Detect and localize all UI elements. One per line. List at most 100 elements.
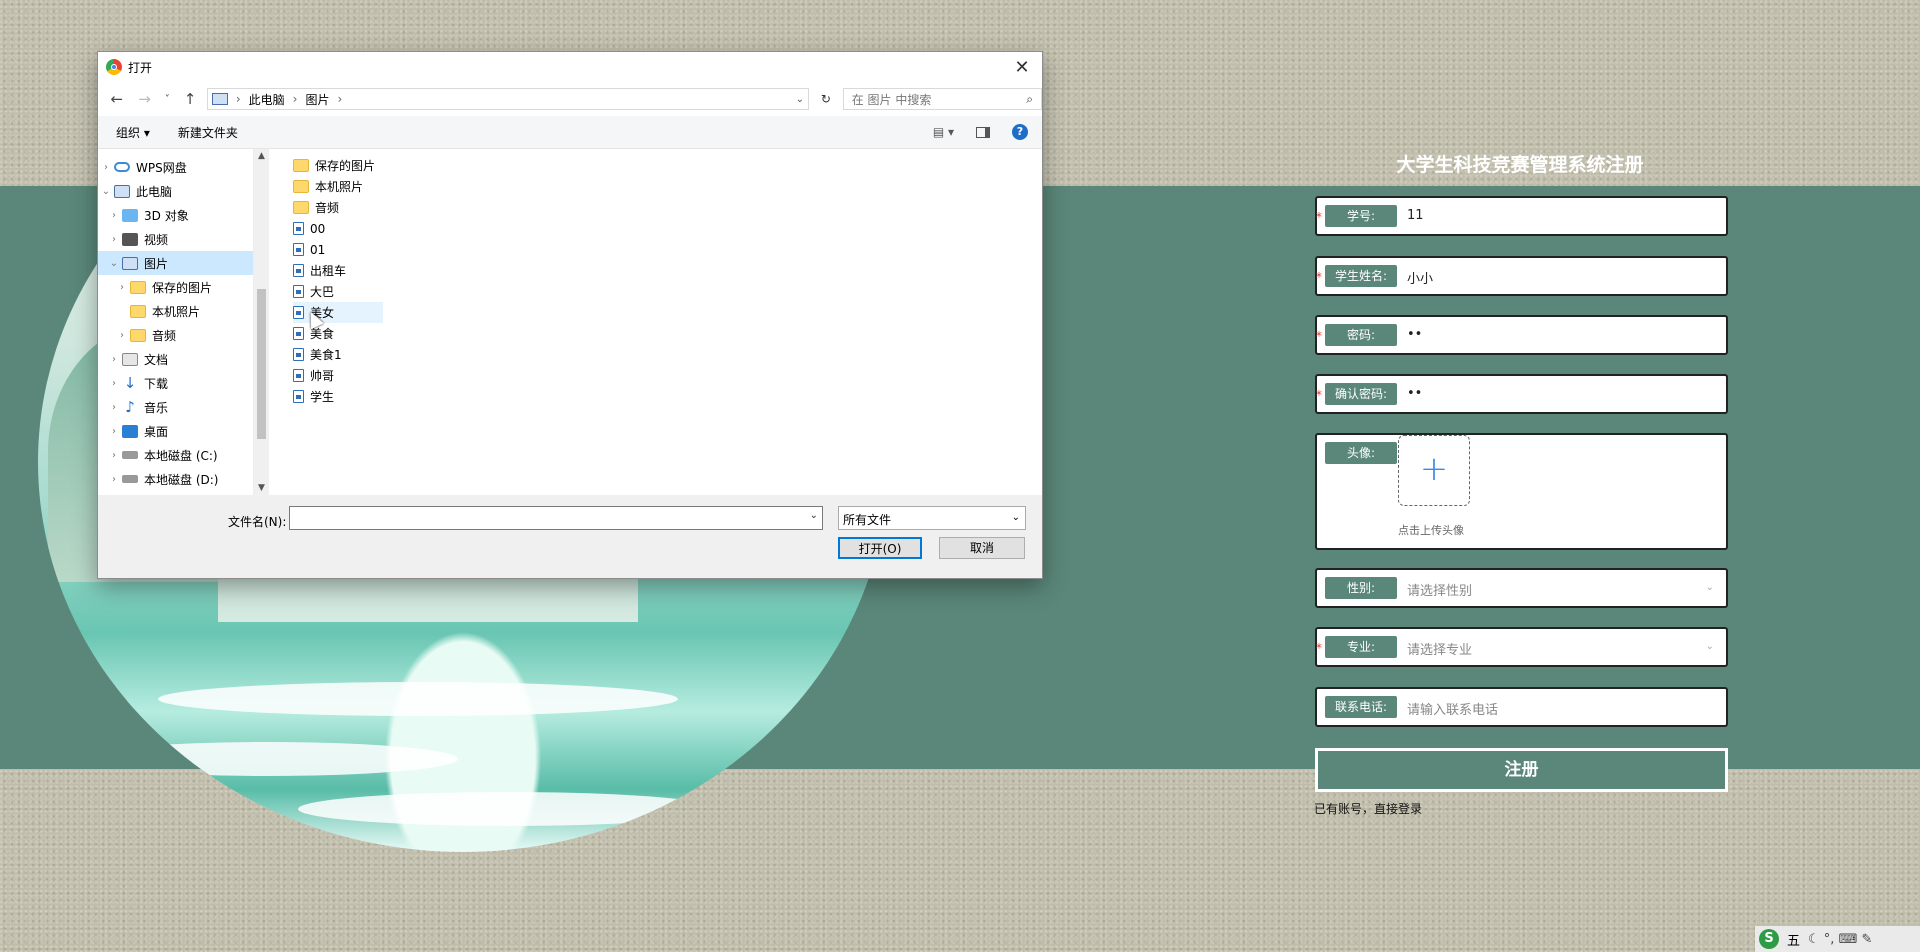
student-name-value[interactable]: 小小 [1407,268,1433,287]
phone-placeholder: 请输入联系电话 [1407,703,1499,718]
download-icon: ↓ [123,374,137,392]
navigation-bar: ← → ˅ ↑ › 此电脑 › 图片 › ⌄ ↻ 在 图片 中搜索 ⌕ [98,82,1042,116]
list-item[interactable]: 音频 [293,197,383,218]
chevron-down-icon: ⌄ [1705,641,1714,652]
help-icon[interactable]: ? [1012,124,1028,140]
tree-item-this-pc[interactable]: ⌄ 此电脑 [98,179,253,203]
password-value[interactable]: •• [1407,327,1422,342]
dialog-title: 打开 [128,60,153,75]
page-title: 大学生科技竞赛管理系统注册 [1396,154,1644,176]
confirm-password-value[interactable]: •• [1407,386,1422,401]
list-item[interactable]: 大巴 [293,281,383,302]
tree-item-downloads[interactable]: › ↓ 下载 [98,371,253,395]
chevron-right-icon[interactable]: › [106,354,122,365]
avatar-uploader[interactable]: + [1398,435,1470,506]
folder-icon [293,159,309,172]
tree-item-desktop[interactable]: › 桌面 [98,419,253,443]
breadcrumb-pictures[interactable]: 图片 [305,91,329,108]
chevron-right-icon[interactable]: › [106,426,122,437]
cancel-button[interactable]: 取消 [939,537,1025,559]
chevron-right-icon[interactable]: › [98,162,114,173]
search-box[interactable]: 在 图片 中搜索 ⌕ [842,88,1042,110]
required-mark: * [1316,270,1322,284]
tree-item-saved-pictures[interactable]: › 保存的图片 [98,275,253,299]
register-button[interactable]: 注册 [1315,748,1728,792]
login-link[interactable]: 已有账号，直接登录 [1314,800,1422,817]
student-id-value[interactable]: 11 [1407,208,1424,223]
pictures-icon [122,256,138,270]
refresh-icon[interactable]: ↻ [815,92,837,106]
ime-mode-label[interactable]: 五 [1787,930,1800,949]
sogou-ime-icon[interactable]: S [1759,929,1779,949]
gender-select[interactable]: 性别: 请选择性别 ⌄ [1315,568,1728,608]
tree-item-wps[interactable]: › WPS网盘 [98,155,253,179]
password-field[interactable]: * 密码: •• [1315,315,1728,355]
chevron-right-icon[interactable]: › [106,450,122,461]
chevron-down-icon[interactable]: ⌄ [810,510,818,521]
major-select[interactable]: * 专业: 请选择专业 ⌄ [1315,627,1728,667]
file-name: 出租车 [310,264,347,278]
chevron-right-icon[interactable]: › [114,330,130,341]
chevron-right-icon[interactable]: › [106,378,122,389]
file-name: 帅哥 [310,369,335,383]
forward-arrow-icon[interactable]: → [134,90,156,108]
chevron-down-icon: ⌄ [1705,582,1714,593]
tree-item-drive-d[interactable]: › 本地磁盘 (D:) [98,467,253,491]
chevron-right-icon[interactable]: › [106,234,122,245]
list-item[interactable]: 美食1 [293,344,383,365]
tree-item-music[interactable]: › ♪ 音乐 [98,395,253,419]
list-item[interactable]: 学生 [293,386,383,407]
up-arrow-icon[interactable]: ↑ [179,90,201,108]
address-dropdown-icon[interactable]: ⌄ [796,94,804,105]
image-file-icon [293,285,304,298]
scroll-up-icon[interactable]: ▲ [254,151,269,161]
tree-item-label: 图片 [144,256,169,271]
list-item[interactable]: 本机照片 [293,176,383,197]
chevron-right-icon[interactable]: › [106,210,122,221]
tree-item-3d[interactable]: › 3D 对象 [98,203,253,227]
breadcrumb-this-pc[interactable]: 此电脑 [249,91,285,108]
list-item[interactable]: 帅哥 [293,365,383,386]
tree-item-camera-roll[interactable]: 本机照片 [98,299,253,323]
tree-item-drive-c[interactable]: › 本地磁盘 (C:) [98,443,253,467]
folder-icon [293,180,309,193]
list-item[interactable]: 01 [293,239,383,260]
chevron-right-icon[interactable]: › [114,282,130,293]
scroll-down-icon[interactable]: ▼ [254,483,269,493]
tree-item-documents[interactable]: › 文档 [98,347,253,371]
student-name-field[interactable]: * 学生姓名: 小小 [1315,256,1728,296]
list-item[interactable]: 美食 [293,323,383,344]
search-icon: ⌕ [1026,91,1033,106]
new-folder-button[interactable]: 新建文件夹 [178,124,238,141]
chevron-down-icon[interactable]: ⌄ [106,258,122,269]
avatar-field: 头像: + 点击上传头像 [1315,433,1728,550]
filename-input[interactable]: ⌄ [289,506,823,530]
ime-tool-icons[interactable]: ☾ °, ⌨ ✎ [1808,932,1872,947]
breadcrumb-separator: › [235,92,241,106]
back-arrow-icon[interactable]: ← [106,90,128,108]
chevron-down-icon[interactable]: ⌄ [98,186,114,197]
tree-item-label: 文档 [144,352,169,367]
open-button[interactable]: 打开(O) [838,537,922,559]
close-button[interactable]: ✕ [1002,57,1042,78]
preview-pane-icon[interactable] [976,126,990,138]
chevron-right-icon[interactable]: › [106,402,122,413]
list-item[interactable]: 00 [293,218,383,239]
scrollbar-thumb[interactable] [257,289,266,439]
list-item[interactable]: 保存的图片 [293,155,383,176]
view-options-button[interactable]: ▤ ▾ [933,125,954,139]
list-item[interactable]: 出租车 [293,260,383,281]
tree-item-pictures[interactable]: ⌄ 图片 [98,251,253,275]
image-file-icon [293,390,304,403]
recent-dropdown-icon[interactable]: ˅ [161,94,173,105]
tree-scrollbar[interactable]: ▲ ▼ [254,149,269,495]
tree-item-audio[interactable]: › 音频 [98,323,253,347]
confirm-password-field[interactable]: * 确认密码: •• [1315,374,1728,414]
student-id-field[interactable]: * 学号: 11 [1315,196,1728,236]
tree-item-videos[interactable]: › 视频 [98,227,253,251]
filetype-select[interactable]: 所有文件 ⌄ [838,506,1026,530]
chevron-right-icon[interactable]: › [106,474,122,485]
address-bar[interactable]: › 此电脑 › 图片 › ⌄ [206,88,810,110]
phone-field[interactable]: 联系电话: 请输入联系电话 [1315,687,1728,727]
organize-button[interactable]: 组织 ▾ [116,124,150,141]
